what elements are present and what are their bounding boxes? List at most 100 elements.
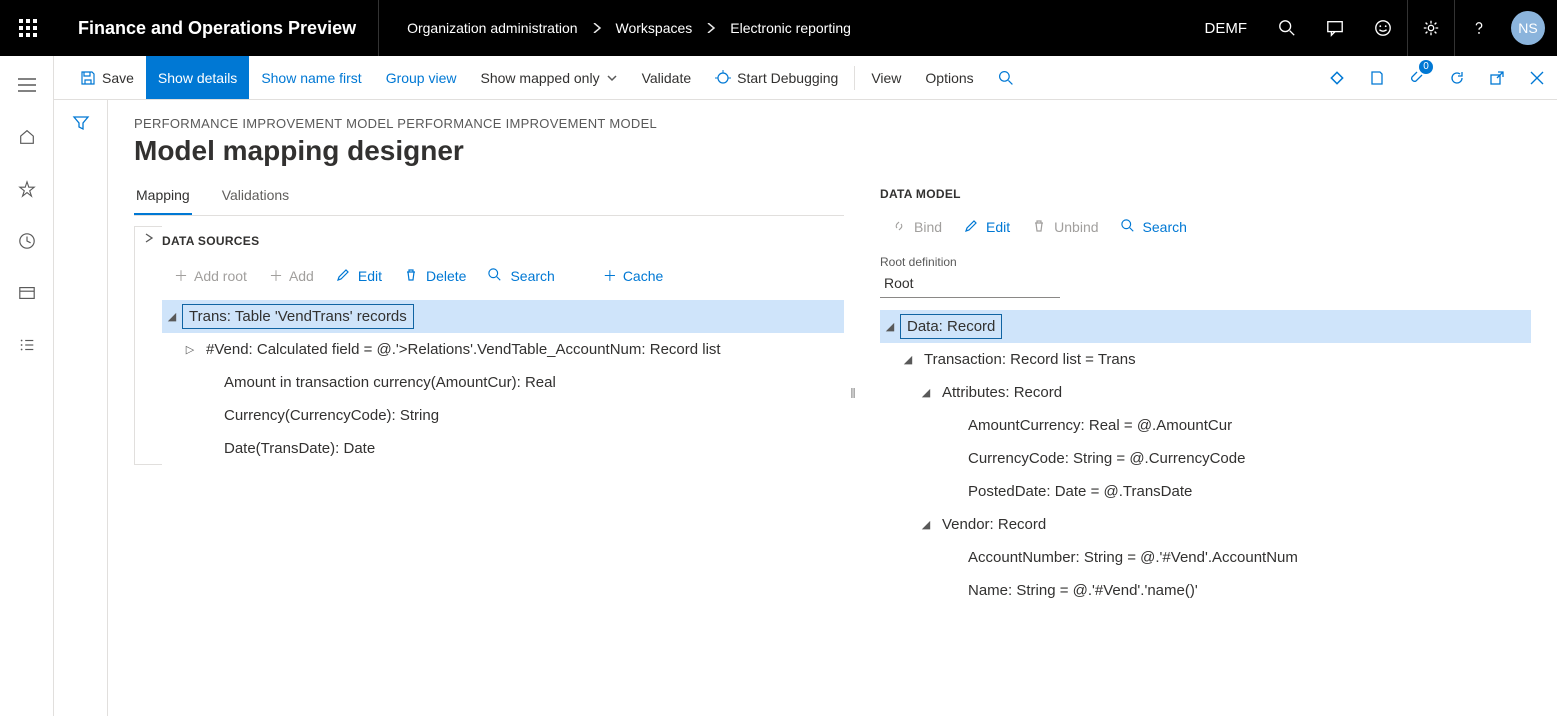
dm-node-amountcurrency[interactable]: AmountCurrency: Real = @.AmountCur: [880, 409, 1531, 442]
book-icon[interactable]: [1357, 56, 1397, 100]
collapse-icon[interactable]: ◢: [880, 320, 900, 333]
dm-node-label: AccountNumber: String = @.'#Vend'.Accoun…: [962, 546, 1304, 569]
dm-search-button[interactable]: Search: [1113, 215, 1195, 239]
ribbon-search-button[interactable]: [986, 56, 1026, 99]
ds-toolbar: ＋ Add root ＋Add Edit Delete Search ＋Cache: [162, 256, 844, 300]
root-definition-field[interactable]: Root: [880, 269, 1060, 298]
dm-node-accountnumber[interactable]: AccountNumber: String = @.'#Vend'.Accoun…: [880, 541, 1531, 574]
chevron-down-icon: [606, 72, 618, 84]
ds-node-transdate[interactable]: Date(TransDate): Date: [162, 432, 844, 465]
crumb-electronic-reporting[interactable]: Electronic reporting: [730, 20, 851, 36]
cache-button[interactable]: ＋Cache: [595, 262, 671, 290]
smiley-icon[interactable]: [1359, 0, 1407, 56]
delete-button[interactable]: Delete: [396, 264, 474, 288]
splitter-handle[interactable]: ‖: [844, 179, 862, 607]
crumb-workspaces[interactable]: Workspaces: [616, 20, 693, 36]
avatar[interactable]: NS: [1511, 11, 1545, 45]
ds-collapse-handle[interactable]: [134, 226, 162, 465]
dm-node-label: Vendor: Record: [936, 513, 1052, 536]
dm-toolbar: Bind Edit Unbind Search: [880, 209, 1531, 249]
add-root-button[interactable]: ＋ Add root: [166, 262, 255, 290]
topbar-right: DEMF NS: [1189, 0, 1557, 56]
view-button[interactable]: View: [859, 56, 913, 99]
close-icon[interactable]: [1517, 56, 1557, 100]
save-button[interactable]: Save: [68, 56, 146, 99]
expand-icon[interactable]: ▷: [180, 343, 200, 356]
popout-icon[interactable]: [1477, 56, 1517, 100]
ds-node-trans[interactable]: ◢ Trans: Table 'VendTrans' records: [162, 300, 844, 333]
recent-icon[interactable]: [3, 222, 51, 260]
plus-icon: ＋: [174, 266, 188, 286]
add-button[interactable]: ＋Add: [261, 262, 322, 290]
dm-edit-button[interactable]: Edit: [956, 215, 1018, 239]
unbind-label: Unbind: [1054, 219, 1098, 235]
unbind-button[interactable]: Unbind: [1024, 215, 1106, 239]
filter-icon[interactable]: [72, 114, 90, 716]
ds-search-label: Search: [510, 268, 554, 284]
star-icon[interactable]: [3, 170, 51, 208]
page-subtitle: PERFORMANCE IMPROVEMENT MODEL PERFORMANC…: [134, 116, 1531, 131]
collapse-icon[interactable]: ◢: [898, 353, 918, 366]
group-view-label: Group view: [386, 70, 457, 86]
group-view-button[interactable]: Group view: [374, 56, 469, 99]
dm-heading: DATA MODEL: [880, 187, 1531, 201]
app-launcher-button[interactable]: [0, 0, 56, 56]
dm-node-vendor[interactable]: ◢ Vendor: Record: [880, 508, 1531, 541]
add-label: Add: [289, 268, 314, 284]
search-icon: [488, 268, 504, 284]
cache-label: Cache: [623, 268, 663, 284]
dm-node-transaction[interactable]: ◢ Transaction: Record list = Trans: [880, 343, 1531, 376]
debug-icon: [715, 70, 731, 86]
start-debugging-button[interactable]: Start Debugging: [703, 56, 850, 99]
dm-node-label: AmountCurrency: Real = @.AmountCur: [962, 414, 1238, 437]
crumb-org-admin[interactable]: Organization administration: [407, 20, 577, 36]
gear-icon[interactable]: [1407, 0, 1455, 56]
ds-search-button[interactable]: Search: [480, 264, 562, 288]
validate-button[interactable]: Validate: [630, 56, 704, 99]
hamburger-icon[interactable]: [3, 66, 51, 104]
dm-node-label: Attributes: Record: [936, 381, 1068, 404]
edit-button[interactable]: Edit: [328, 264, 390, 288]
dm-node-attributes[interactable]: ◢ Attributes: Record: [880, 376, 1531, 409]
tab-validations[interactable]: Validations: [220, 179, 291, 215]
dm-node-label: PostedDate: Date = @.TransDate: [962, 480, 1198, 503]
list-icon[interactable]: [3, 326, 51, 364]
company-code[interactable]: DEMF: [1189, 20, 1264, 37]
help-icon[interactable]: [1455, 0, 1503, 56]
view-label: View: [871, 70, 901, 86]
app-title: Finance and Operations Preview: [56, 0, 379, 56]
dm-node-label: Transaction: Record list = Trans: [918, 348, 1142, 371]
attachments-badge: 0: [1419, 60, 1433, 74]
collapse-icon[interactable]: ◢: [916, 518, 936, 531]
add-root-label: Add root: [194, 268, 247, 284]
ds-node-amountcur[interactable]: Amount in transaction currency(AmountCur…: [162, 366, 844, 399]
breadcrumb: Organization administration Workspaces E…: [379, 20, 851, 36]
dm-node-name[interactable]: Name: String = @.'#Vend'.'name()': [880, 574, 1531, 607]
attachments-button[interactable]: 0: [1397, 56, 1437, 100]
show-name-first-button[interactable]: Show name first: [249, 56, 373, 99]
ds-heading: DATA SOURCES: [162, 234, 844, 248]
module-icon[interactable]: [3, 274, 51, 312]
dm-node-data[interactable]: ◢ Data: Record: [880, 310, 1531, 343]
dm-node-currencycode[interactable]: CurrencyCode: String = @.CurrencyCode: [880, 442, 1531, 475]
tab-mapping[interactable]: Mapping: [134, 179, 192, 215]
ds-node-label: Date(TransDate): Date: [218, 437, 381, 460]
refresh-icon[interactable]: [1437, 56, 1477, 100]
bind-button[interactable]: Bind: [884, 215, 950, 239]
trash-icon: [1032, 219, 1048, 235]
options-button[interactable]: Options: [913, 56, 985, 99]
show-details-button[interactable]: Show details: [146, 56, 249, 99]
validate-label: Validate: [642, 70, 692, 86]
collapse-icon[interactable]: ◢: [162, 310, 182, 323]
home-icon[interactable]: [3, 118, 51, 156]
ds-node-vend[interactable]: ▷ #Vend: Calculated field = @.'>Relation…: [162, 333, 844, 366]
ds-node-currencycode[interactable]: Currency(CurrencyCode): String: [162, 399, 844, 432]
chevron-right-icon: [592, 23, 602, 33]
chat-icon[interactable]: [1311, 0, 1359, 56]
show-mapped-only-dropdown[interactable]: Show mapped only: [469, 56, 630, 99]
diamond-icon[interactable]: [1317, 56, 1357, 100]
topbar: Finance and Operations Preview Organizat…: [0, 0, 1557, 56]
search-icon[interactable]: [1263, 0, 1311, 56]
collapse-icon[interactable]: ◢: [916, 386, 936, 399]
dm-node-posteddate[interactable]: PostedDate: Date = @.TransDate: [880, 475, 1531, 508]
